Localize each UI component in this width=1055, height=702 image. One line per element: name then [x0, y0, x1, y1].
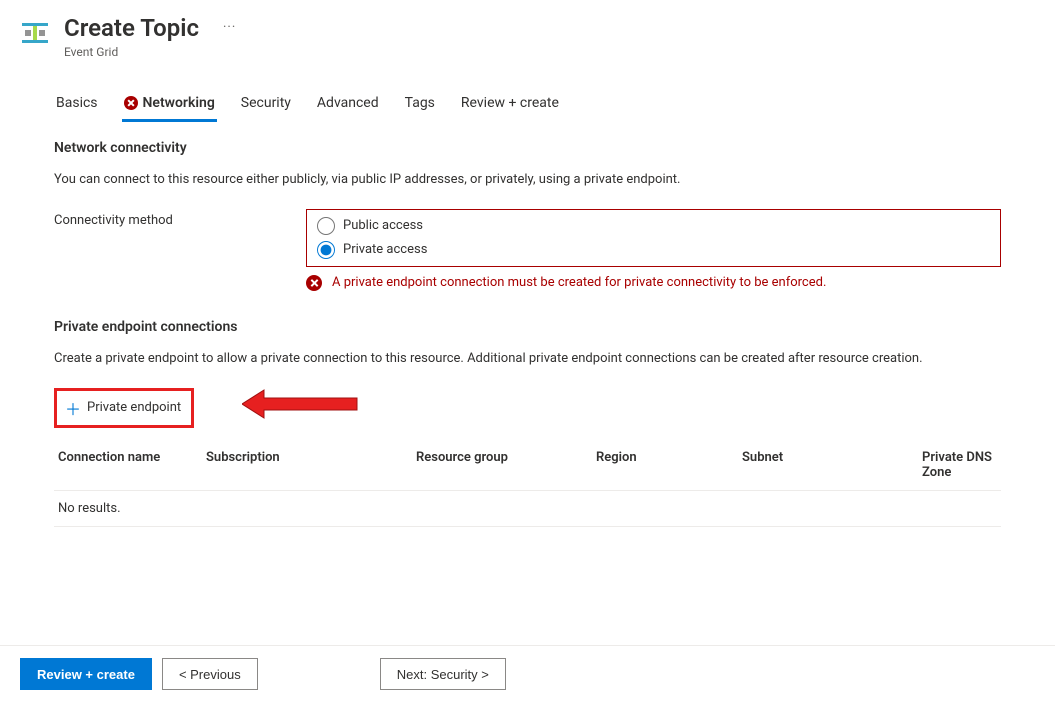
radio-public-access[interactable]: Public access: [311, 214, 996, 238]
connectivity-radio-group: Public access Private access: [306, 209, 1001, 267]
previous-button[interactable]: < Previous: [162, 658, 258, 690]
wizard-footer: Review + create < Previous Next: Securit…: [0, 645, 1055, 702]
col-subscription: Subscription: [206, 450, 416, 480]
error-icon: [306, 275, 322, 291]
connectivity-method-row: Connectivity method Public access Privat…: [54, 209, 1001, 267]
tabs-bar: Basics Networking Security Advanced Tags…: [0, 59, 1055, 122]
connectivity-help-text: You can connect to this resource either …: [54, 172, 1001, 187]
connectivity-error-message: A private endpoint connection must be cr…: [306, 275, 1001, 291]
table-header-row: Connection name Subscription Resource gr…: [54, 442, 1001, 491]
header-titles: Create Topic Event Grid: [64, 14, 199, 59]
col-resource-group: Resource group: [416, 450, 596, 480]
tab-label: Advanced: [317, 95, 379, 111]
page-title: Create Topic: [64, 14, 199, 43]
table-empty-row: No results.: [54, 491, 1001, 527]
tab-review[interactable]: Review + create: [459, 89, 561, 122]
add-private-endpoint-button[interactable]: ＋ Private endpoint: [54, 388, 194, 428]
radio-private-label: Private access: [343, 242, 427, 257]
tab-tags[interactable]: Tags: [403, 89, 437, 122]
section-title-connectivity: Network connectivity: [54, 140, 1001, 156]
radio-public-label: Public access: [343, 218, 423, 233]
col-region: Region: [596, 450, 742, 480]
tab-label: Networking: [143, 95, 215, 111]
pe-help-text: Create a private endpoint to allow a pri…: [54, 351, 1001, 366]
radio-private-access[interactable]: Private access: [311, 238, 996, 262]
col-private-dns: Private DNS Zone: [922, 450, 997, 480]
tab-label: Basics: [56, 95, 98, 111]
tab-networking[interactable]: Networking: [122, 89, 217, 122]
pe-connections-table: Connection name Subscription Resource gr…: [54, 442, 1001, 527]
review-create-button[interactable]: Review + create: [20, 658, 152, 690]
tab-label: Security: [241, 95, 291, 111]
radio-public-input[interactable]: [317, 217, 335, 235]
section-title-pe: Private endpoint connections: [54, 319, 1001, 335]
page-header: Create Topic Event Grid ···: [0, 0, 1055, 59]
col-connection-name: Connection name: [58, 450, 206, 480]
tab-label: Tags: [405, 95, 435, 111]
error-text: A private endpoint connection must be cr…: [332, 275, 826, 290]
plus-icon: ＋: [65, 396, 81, 420]
col-subnet: Subnet: [742, 450, 922, 480]
error-icon: [124, 96, 138, 110]
tab-security[interactable]: Security: [239, 89, 293, 122]
add-pe-label: Private endpoint: [87, 400, 181, 415]
more-actions-button[interactable]: ···: [223, 20, 236, 35]
tab-basics[interactable]: Basics: [54, 89, 100, 122]
page-subtitle: Event Grid: [64, 45, 199, 59]
event-grid-icon: [20, 18, 50, 48]
next-button[interactable]: Next: Security >: [380, 658, 506, 690]
callout-arrow-icon: [242, 384, 362, 424]
tab-label: Review + create: [461, 95, 559, 111]
connectivity-method-label: Connectivity method: [54, 209, 286, 228]
footer-spacer: [268, 658, 370, 690]
radio-private-input[interactable]: [317, 241, 335, 259]
pe-actions-row: ＋ Private endpoint: [54, 388, 1001, 428]
tab-content: Network connectivity You can connect to …: [0, 122, 1055, 537]
tab-advanced[interactable]: Advanced: [315, 89, 381, 122]
